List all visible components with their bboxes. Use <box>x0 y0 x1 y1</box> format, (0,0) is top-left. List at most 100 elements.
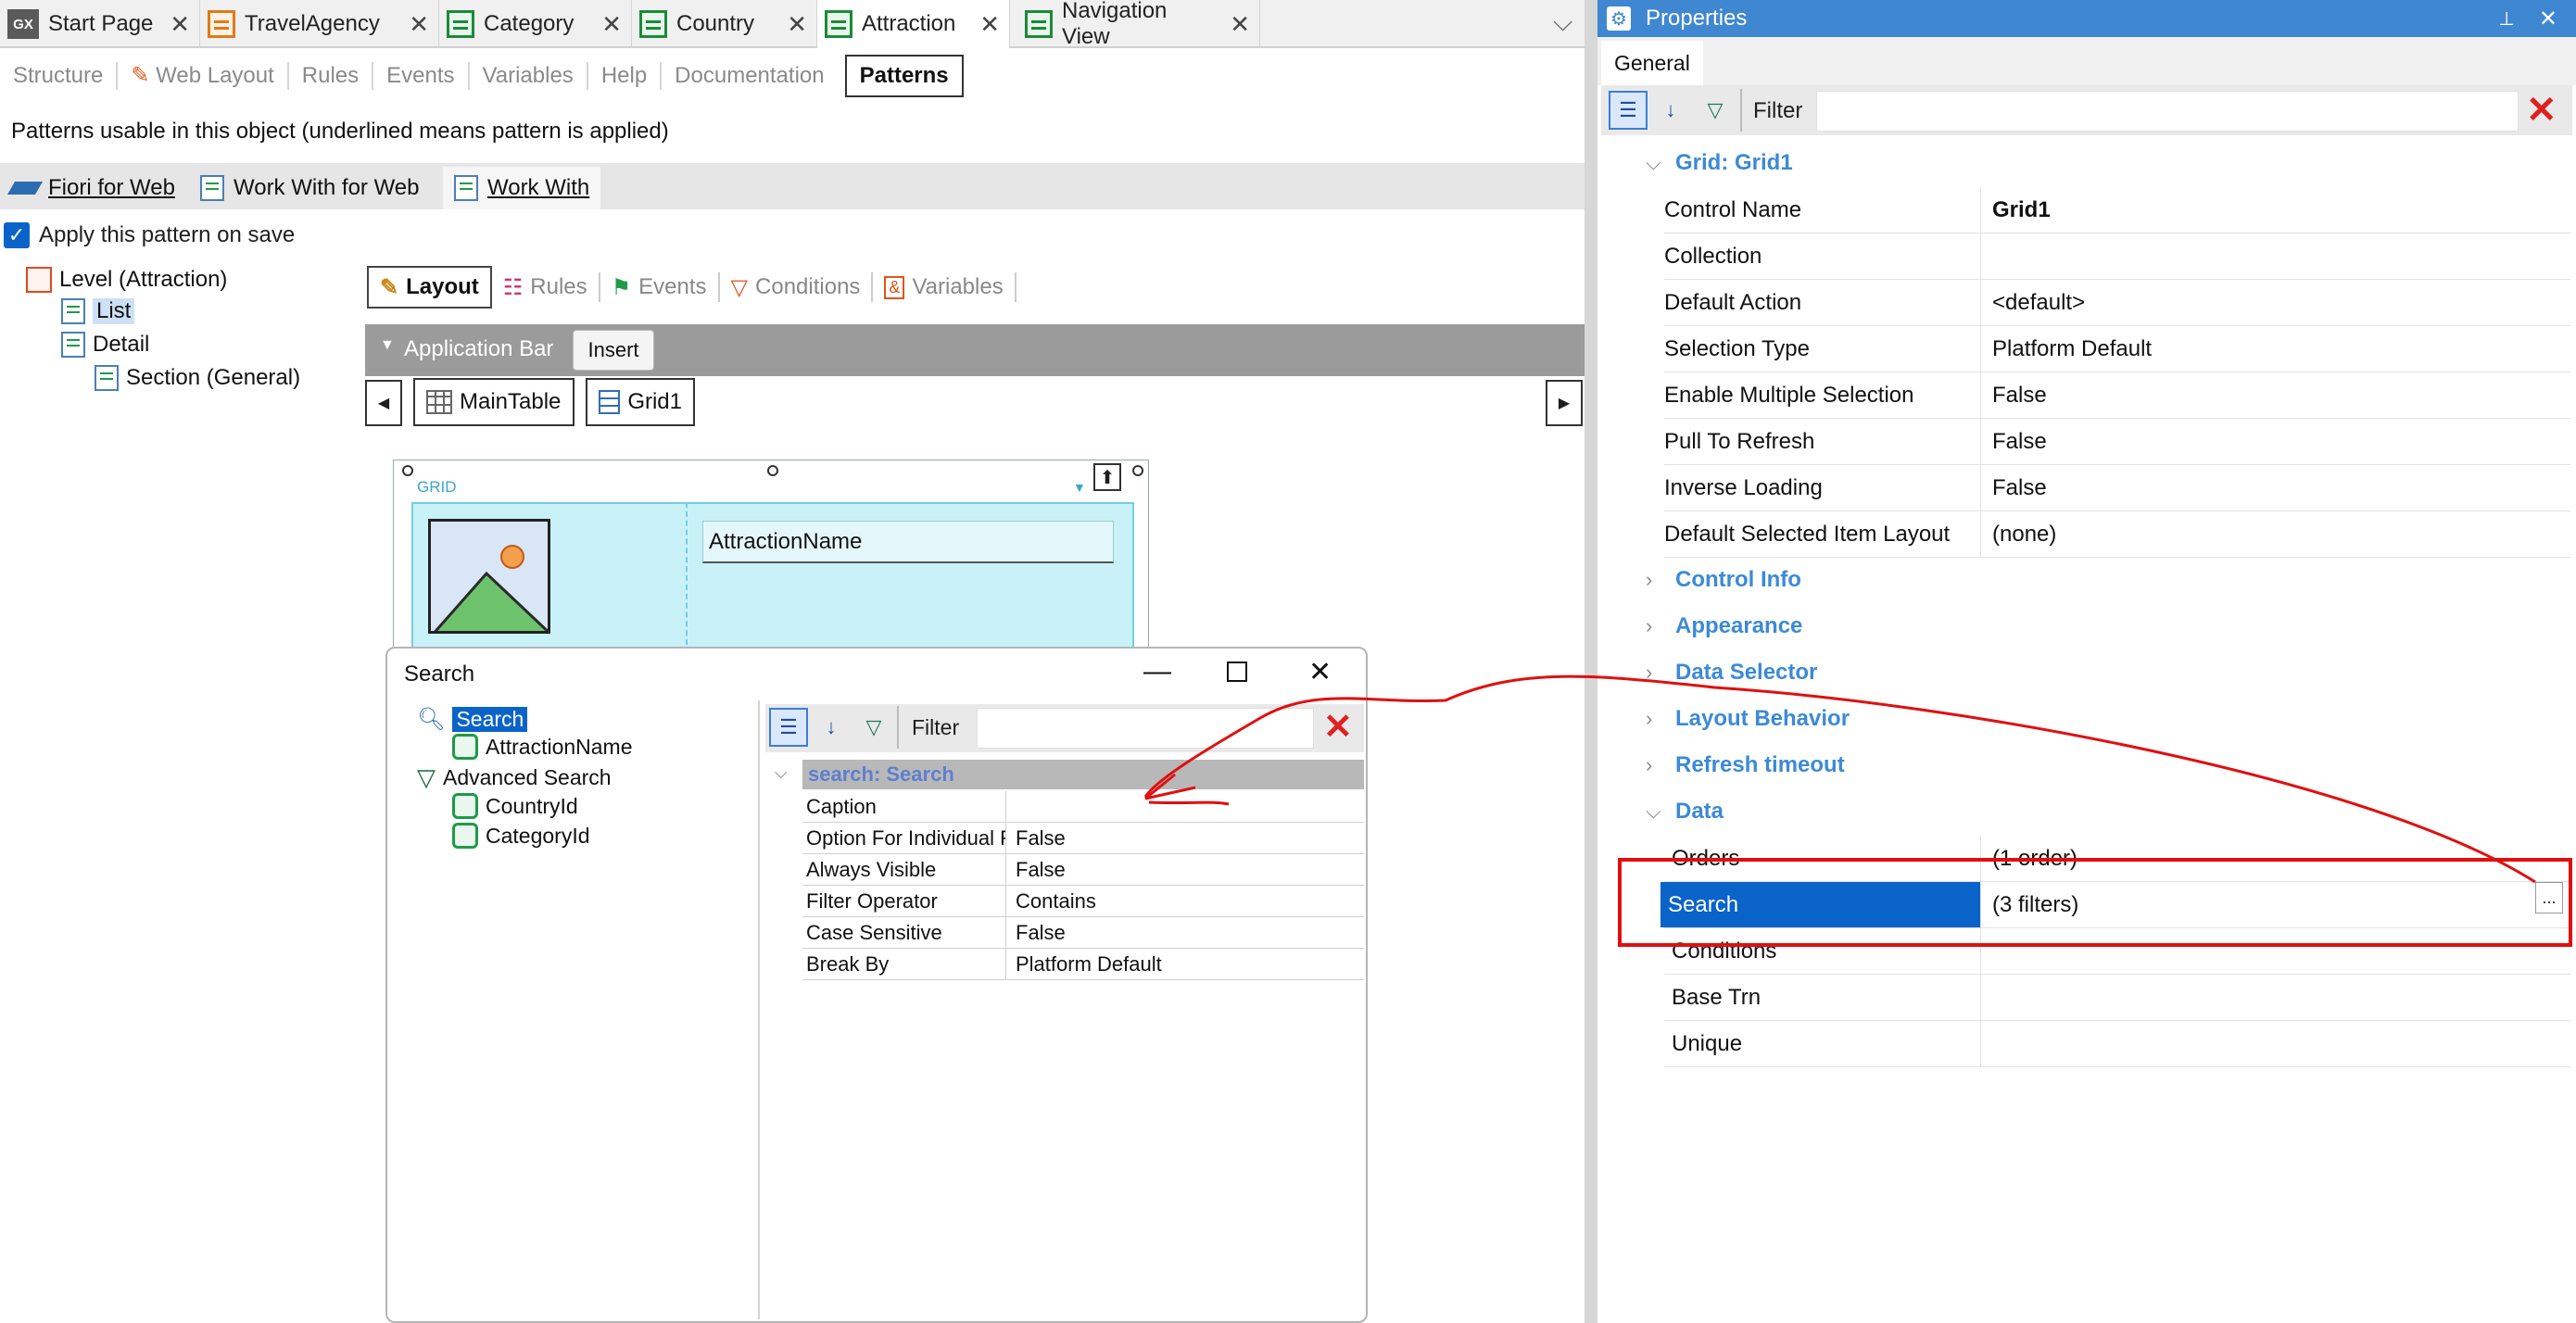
group-label: Data <box>1675 799 1724 824</box>
tab-patterns[interactable]: Patterns <box>844 55 964 97</box>
panel-splitter[interactable] <box>1585 0 1597 1323</box>
categorized-icon[interactable]: ☰ <box>769 708 808 747</box>
maximize-icon[interactable] <box>1227 662 1247 682</box>
close-icon[interactable]: ✕ <box>1230 10 1250 39</box>
close-icon[interactable]: ✕ <box>1308 656 1332 688</box>
dialog-filter-input[interactable] <box>977 708 1314 749</box>
close-icon[interactable]: ✕ <box>601 10 622 39</box>
clear-filter-icon[interactable]: ✕ <box>2526 89 2557 132</box>
tab-rules[interactable]: Rules <box>289 62 374 90</box>
tab-events[interactable]: Events <box>373 62 470 90</box>
tab-country[interactable]: Country ✕ <box>632 0 817 48</box>
tab-variables[interactable]: Variables <box>470 62 588 90</box>
group-layout-behavior[interactable]: › Layout Behavior <box>1646 706 1850 732</box>
filter-icon[interactable]: ▽ <box>1696 91 1735 130</box>
caret-down-icon: ▼ <box>380 337 395 353</box>
tab-variables[interactable]: & Variables <box>873 272 1017 302</box>
chevron-down-icon[interactable]: ⌵ <box>1553 7 1572 38</box>
tree-attraction-name[interactable]: AttractionName <box>452 734 633 760</box>
scroll-left-button[interactable]: ◀ <box>365 380 402 426</box>
pin-icon[interactable]: ⊥ <box>2498 7 2514 31</box>
close-icon[interactable]: ✕ <box>2539 6 2557 32</box>
scroll-right-button[interactable]: ▶ <box>1546 380 1583 426</box>
move-up-icon[interactable]: ⬆ <box>1093 463 1121 491</box>
tab-start-page[interactable]: GX Start Page ✕ <box>0 0 200 48</box>
group-appearance[interactable]: › Appearance <box>1646 613 1802 639</box>
properties-filter-input[interactable] <box>1816 91 2519 132</box>
collapse-icon[interactable]: ⌵ <box>775 763 788 783</box>
filter-icon[interactable]: ▽ <box>854 708 893 747</box>
tab-general[interactable]: General <box>1601 41 1703 85</box>
prop-row[interactable]: Filter Operator Contains <box>802 886 1364 917</box>
close-icon[interactable]: ✕ <box>787 10 807 39</box>
prop-row-selection-type[interactable]: Selection Type Platform Default <box>1664 326 2570 372</box>
tree-section-general[interactable]: Section (General) <box>95 365 300 391</box>
chevron-right-icon: › <box>1646 614 1653 637</box>
tree-category-id[interactable]: CategoryId <box>452 823 590 849</box>
prop-row-default-selected-item-layout[interactable]: Default Selected Item Layout (none) <box>1664 511 2570 558</box>
pattern-tab-work-with-web[interactable]: Work With for Web <box>189 167 430 209</box>
tab-attraction[interactable]: Attraction ✕ <box>817 0 1010 48</box>
tab-category[interactable]: Category ✕ <box>439 0 632 48</box>
tab-web-layout[interactable]: ✎ Web Layout <box>118 62 289 90</box>
prop-row-unique[interactable]: Unique <box>1664 1021 2570 1067</box>
tab-navigation-view[interactable]: Navigation View ✕ <box>1017 0 1260 49</box>
clear-filter-icon[interactable]: ✕ <box>1323 706 1353 748</box>
tab-documentation[interactable]: Documentation <box>662 62 837 90</box>
breadcrumb-grid1[interactable]: Grid1 <box>586 378 695 426</box>
tab-rules[interactable]: ☷ Rules <box>492 272 600 302</box>
image-placeholder-icon[interactable] <box>428 519 550 634</box>
group-grid1[interactable]: ⌵ Grid: Grid1 <box>1646 150 1793 176</box>
layout-icon: ✎ <box>380 274 399 300</box>
tab-structure[interactable]: Structure <box>0 62 119 90</box>
prop-row[interactable]: Case Sensitive False <box>802 917 1364 949</box>
prop-row-control-name[interactable]: Control Name Grid1 <box>1664 187 2570 233</box>
prop-row-enable-multiple-selection[interactable]: Enable Multiple Selection False <box>1664 372 2570 419</box>
group-data-selector[interactable]: › Data Selector <box>1646 660 1817 686</box>
close-icon[interactable]: ✕ <box>409 10 429 39</box>
tree-country-id[interactable]: CountryId <box>452 793 578 819</box>
minimize-icon[interactable]: — <box>1143 656 1171 687</box>
close-icon[interactable]: ✕ <box>979 10 1000 39</box>
sort-az-icon[interactable]: ↓ <box>812 708 851 747</box>
resize-handle[interactable] <box>402 465 413 476</box>
grid-dropdown-icon[interactable]: ▼ <box>1073 480 1086 495</box>
tab-layout[interactable]: ✎ Layout <box>367 266 492 309</box>
prop-row-inverse-loading[interactable]: Inverse Loading False <box>1664 465 2570 511</box>
insert-button[interactable]: Insert <box>573 330 654 371</box>
fiori-icon <box>6 182 44 195</box>
application-bar[interactable]: ▼ Application Bar <box>365 324 1585 376</box>
categorized-icon[interactable]: ☰ <box>1609 91 1648 130</box>
attraction-name-field[interactable]: AttractionName <box>702 521 1114 563</box>
properties-title: Properties <box>1646 6 1748 31</box>
tree-search[interactable]: 🔍︎ Search <box>417 706 528 733</box>
prop-row-default-action[interactable]: Default Action <default> <box>1664 280 2570 326</box>
tab-conditions[interactable]: ▽ Conditions <box>720 272 874 302</box>
resize-handle[interactable] <box>767 465 778 476</box>
tab-travelagency[interactable]: TravelAgency ✕ <box>200 0 439 48</box>
tree-level-attraction[interactable]: Level (Attraction) <box>26 267 227 293</box>
group-control-info[interactable]: › Control Info <box>1646 567 1801 593</box>
group-data[interactable]: ⌵ Data <box>1646 799 1724 825</box>
prop-row[interactable]: Break By Platform Default <box>802 949 1364 980</box>
group-refresh-timeout[interactable]: › Refresh timeout <box>1646 752 1845 778</box>
pattern-tab-fiori[interactable]: Fiori for Web <box>0 167 186 209</box>
prop-row-pull-to-refresh[interactable]: Pull To Refresh False <box>1664 419 2570 465</box>
tree-advanced-search[interactable]: ▽ Advanced Search <box>417 763 612 792</box>
chevron-down-icon: ⌵ <box>1646 800 1661 823</box>
tree-detail[interactable]: Detail <box>61 332 149 358</box>
tab-events[interactable]: ⚑ Events <box>600 272 720 302</box>
apply-pattern-checkbox[interactable]: ✓ <box>4 222 30 248</box>
prop-row[interactable]: Option For Individual F False <box>802 823 1364 854</box>
prop-row[interactable]: Always Visible False <box>802 854 1364 886</box>
close-icon[interactable]: ✕ <box>170 10 190 39</box>
prop-row-collection[interactable]: Collection <box>1664 233 2570 280</box>
tab-help[interactable]: Help <box>588 62 663 90</box>
sort-az-icon[interactable]: ↓ <box>1651 91 1690 130</box>
resize-handle[interactable] <box>1132 465 1143 476</box>
pattern-tab-work-with[interactable]: Work With <box>443 167 601 209</box>
prop-row[interactable]: Caption <box>802 791 1364 823</box>
breadcrumb-maintable[interactable]: MainTable <box>413 378 575 426</box>
prop-row-base-trn[interactable]: Base Trn <box>1664 975 2570 1021</box>
tree-list[interactable]: List <box>61 298 135 324</box>
